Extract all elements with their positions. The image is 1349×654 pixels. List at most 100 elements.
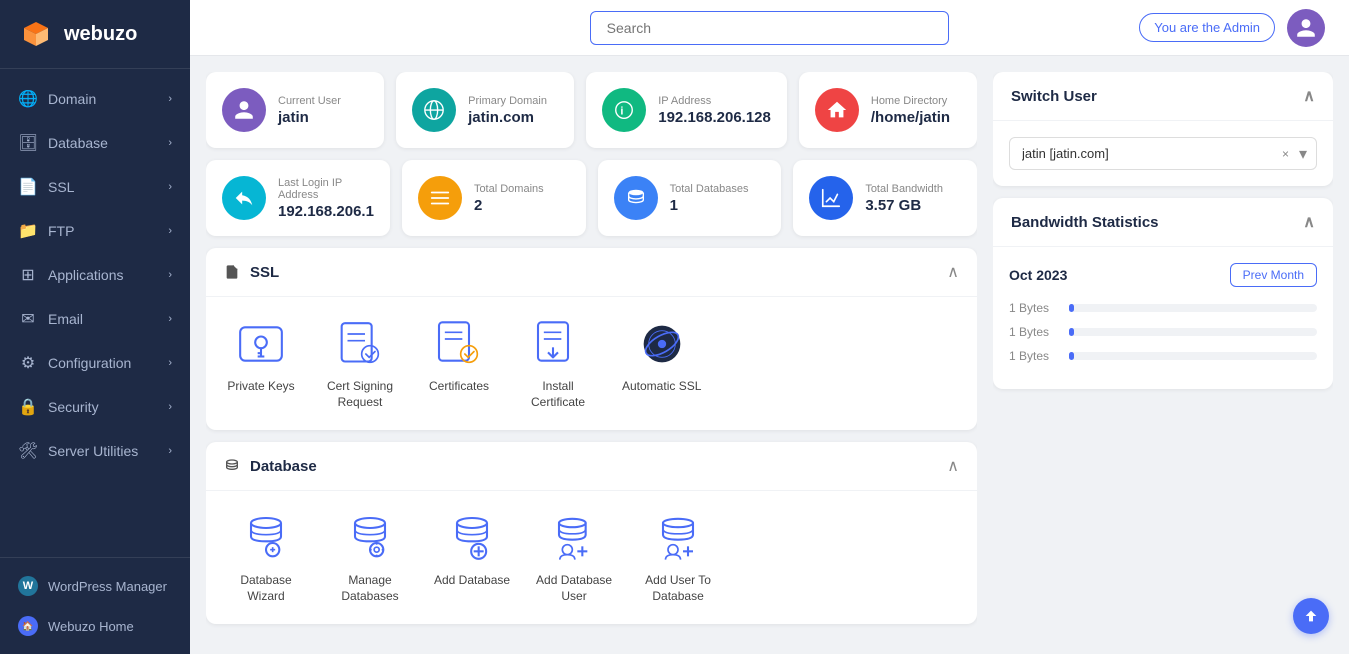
sidebar-logo: webuzo <box>0 0 190 69</box>
bandwidth-title: Bandwidth Statistics <box>1011 214 1159 231</box>
ssl-icon: 📄 <box>18 177 38 197</box>
sidebar-label-configuration: Configuration <box>48 355 131 371</box>
sidebar-item-security[interactable]: 🔒 Security › <box>0 385 190 429</box>
bw-bar-2 <box>1069 352 1074 360</box>
home-dir-label: Home Directory <box>871 95 950 107</box>
bw-label-0: 1 Bytes <box>1009 301 1059 315</box>
auto-ssl-icon <box>635 317 689 371</box>
home-dir-value: /home/jatin <box>871 109 950 126</box>
db-add-user-to-db-icon <box>651 511 705 565</box>
sidebar-item-ftp[interactable]: 📁 FTP › <box>0 209 190 253</box>
last-login-value: 192.168.206.1 <box>278 203 374 220</box>
sidebar-label-domain: Domain <box>48 91 96 107</box>
stat-card-current-user: Current User jatin <box>206 72 384 148</box>
bandwidth-bar-1: 1 Bytes <box>1009 325 1317 339</box>
ssl-item-cert-signing[interactable]: Cert Signing Request <box>320 317 400 410</box>
user-avatar[interactable] <box>1287 9 1325 47</box>
database-title: Database <box>250 458 317 475</box>
ssl-item-certificates[interactable]: Certificates <box>424 317 494 410</box>
total-domains-value: 2 <box>474 197 544 214</box>
database-section: Database ∧ <box>206 442 977 624</box>
sidebar-item-ssl[interactable]: 📄 SSL › <box>0 165 190 209</box>
ssl-item-private-keys[interactable]: Private Keys <box>226 317 296 410</box>
scroll-to-top-button[interactable] <box>1293 598 1329 634</box>
sidebar: webuzo 🌐 Domain › 🗄 Database › 📄 SSL › <box>0 0 190 654</box>
home-dir-icon <box>815 88 859 132</box>
sidebar-item-email[interactable]: ✉ Email › <box>0 297 190 341</box>
domain-icon: 🌐 <box>18 89 38 109</box>
bandwidth-bar-0: 1 Bytes <box>1009 301 1317 315</box>
clear-user-icon[interactable]: × <box>1282 147 1289 161</box>
sidebar-item-configuration[interactable]: ⚙ Configuration › <box>0 341 190 385</box>
db-add-label: Add Database <box>434 573 510 589</box>
webuzo-home-icon: 🏠 <box>18 616 38 636</box>
center-panel: Current User jatin Primary Domain jatin.… <box>206 72 977 638</box>
bw-bar-0 <box>1069 304 1074 312</box>
total-domains-label: Total Domains <box>474 183 544 195</box>
bw-track-1 <box>1069 328 1317 336</box>
install-cert-label: Install Certificate <box>518 379 598 410</box>
main-content: You are the Admin Current User jatin <box>190 0 1349 654</box>
wordpress-icon: W <box>18 576 38 596</box>
sidebar-item-server-utilities[interactable]: 🛠 Server Utilities › <box>0 429 190 473</box>
ssl-item-install-cert[interactable]: Install Certificate <box>518 317 598 410</box>
sidebar-label-security: Security <box>48 399 99 415</box>
db-wizard-icon <box>239 511 293 565</box>
ssl-item-auto-ssl[interactable]: Automatic SSL <box>622 317 701 410</box>
ssl-title: SSL <box>250 264 279 281</box>
db-item-add-user-to-db[interactable]: Add User To Database <box>638 511 718 604</box>
ssl-toggle[interactable]: ∧ <box>947 262 959 282</box>
stat-card-total-dbs: Total Databases 1 <box>598 160 782 236</box>
switch-user-toggle[interactable]: ∧ <box>1303 86 1315 106</box>
primary-domain-value: jatin.com <box>468 109 547 126</box>
database-toggle[interactable]: ∧ <box>947 456 959 476</box>
search-input[interactable] <box>590 11 950 45</box>
db-manage-icon <box>343 511 397 565</box>
switch-user-select[interactable]: jatin [jatin.com] <box>1009 137 1317 170</box>
switch-user-header: Switch User ∧ <box>993 72 1333 121</box>
sidebar-item-database[interactable]: 🗄 Database › <box>0 121 190 165</box>
db-item-manage[interactable]: Manage Databases <box>330 511 410 604</box>
bandwidth-month-label: Oct 2023 <box>1009 267 1067 283</box>
ip-address-icon: i <box>602 88 646 132</box>
sidebar-label-server-utilities: Server Utilities <box>48 443 138 459</box>
switch-user-card: Switch User ∧ jatin [jatin.com] × <box>993 72 1333 186</box>
sidebar-label-email: Email <box>48 311 83 327</box>
db-add-icon <box>445 511 499 565</box>
bw-bar-1 <box>1069 328 1074 336</box>
database-icon: 🗄 <box>18 133 38 153</box>
prev-month-button[interactable]: Prev Month <box>1230 263 1317 287</box>
db-item-wizard[interactable]: Database Wizard <box>226 511 306 604</box>
db-item-add-user[interactable]: Add Database User <box>534 511 614 604</box>
configuration-icon: ⚙ <box>18 353 38 373</box>
db-add-user-icon <box>547 511 601 565</box>
db-item-add-db[interactable]: Add Database <box>434 511 510 604</box>
database-section-body: Database Wizard <box>206 491 977 624</box>
webuzo-home-item[interactable]: 🏠 Webuzo Home <box>0 606 190 646</box>
certificates-label: Certificates <box>429 379 489 395</box>
cert-signing-label: Cert Signing Request <box>320 379 400 410</box>
sidebar-item-domain[interactable]: 🌐 Domain › <box>0 77 190 121</box>
chevron-configuration: › <box>168 357 172 369</box>
db-add-user-label: Add Database User <box>534 573 614 604</box>
chevron-domain: › <box>168 93 172 105</box>
security-icon: 🔒 <box>18 397 38 417</box>
switch-user-title: Switch User <box>1011 88 1097 105</box>
private-keys-label: Private Keys <box>227 379 294 395</box>
db-manage-label: Manage Databases <box>330 573 410 604</box>
sidebar-label-ssl: SSL <box>48 179 74 195</box>
total-domains-icon <box>418 176 462 220</box>
bandwidth-toggle[interactable]: ∧ <box>1303 212 1315 232</box>
logo-text: webuzo <box>64 23 137 46</box>
database-section-header: Database ∧ <box>206 442 977 491</box>
ssl-section-body: Private Keys C <box>206 297 977 430</box>
content-area: Current User jatin Primary Domain jatin.… <box>190 56 1349 654</box>
stat-card-ip-address: i IP Address 192.168.206.128 <box>586 72 787 148</box>
certificates-icon <box>432 317 486 371</box>
sidebar-bottom: W WordPress Manager 🏠 Webuzo Home <box>0 557 190 654</box>
sidebar-item-applications[interactable]: ⊞ Applications › <box>0 253 190 297</box>
wordpress-manager-item[interactable]: W WordPress Manager <box>0 566 190 606</box>
stat-card-home-dir: Home Directory /home/jatin <box>799 72 977 148</box>
bandwidth-body: Oct 2023 Prev Month 1 Bytes 1 Bytes <box>993 247 1333 389</box>
total-bw-label: Total Bandwidth <box>865 183 943 195</box>
